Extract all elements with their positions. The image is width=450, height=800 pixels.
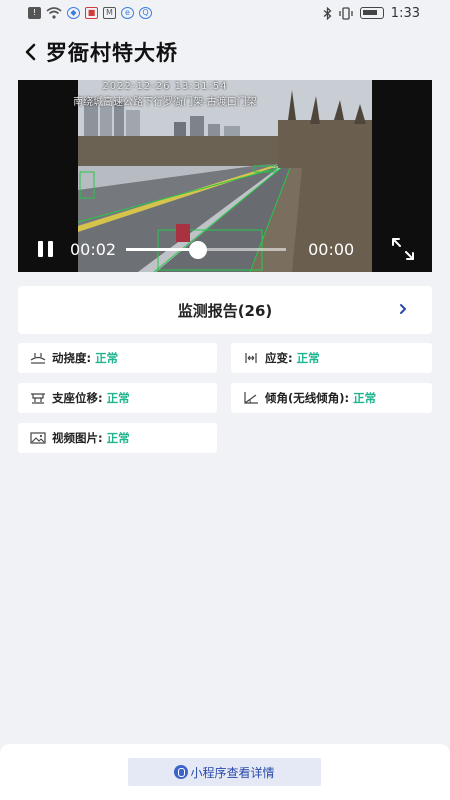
indicator-status: 正常	[95, 351, 119, 365]
page-title: 罗衙村特大桥	[46, 41, 178, 65]
qq-icon: Q	[139, 7, 152, 19]
video-player[interactable]: 2022-12-26 13:31:54 南绕城高速公路下行罗衙门架-古渡口门架 …	[18, 80, 432, 272]
indicator-status: 正常	[296, 351, 320, 365]
indicator-dynamic-deflection[interactable]: 动挠度: 正常	[18, 343, 217, 373]
back-icon[interactable]	[18, 40, 42, 64]
pause-icon[interactable]	[34, 238, 56, 260]
progress-fill	[126, 247, 199, 251]
indicator-label: 动挠度:	[52, 351, 92, 365]
indicator-label: 倾角(无线倾角):	[265, 391, 350, 405]
indicator-label: 视频图片:	[52, 431, 103, 445]
fullscreen-icon[interactable]	[390, 236, 416, 262]
video-controls: 00:02 00:00	[18, 226, 432, 272]
vpn-icon: M	[103, 7, 116, 19]
dynamic-deflection-icon	[30, 353, 46, 364]
tilt-icon	[244, 392, 258, 404]
status-right-icons: 1:33	[323, 6, 420, 21]
current-time: 00:02	[70, 239, 117, 259]
indicator-strain[interactable]: 应变: 正常	[231, 343, 432, 373]
status-time: 1:33	[390, 5, 420, 21]
indicator-status: 正常	[353, 391, 377, 405]
bearing-displacement-icon	[31, 393, 45, 404]
indicator-bearing-displacement[interactable]: 支座位移: 正常	[18, 383, 217, 413]
monitoring-report-label: 监测报告(26)	[177, 301, 273, 320]
shield-icon: ◆	[67, 7, 80, 19]
indicator-tilt[interactable]: 倾角(无线倾角): 正常	[231, 383, 432, 413]
status-left-icons: ! ◆ ■ M e Q	[28, 7, 152, 19]
chevron-right-icon	[400, 304, 406, 314]
vibrate-icon	[339, 6, 353, 20]
alert-icon: !	[28, 7, 41, 19]
video-progress-bar[interactable]	[126, 240, 287, 259]
indicator-label: 应变:	[265, 351, 293, 365]
mail-icon: ■	[85, 7, 98, 19]
total-time: 00:00	[308, 239, 355, 259]
browser-icon: e	[121, 7, 134, 19]
indicator-label: 支座位移:	[52, 391, 103, 405]
battery-icon	[359, 7, 384, 19]
video-timestamp: 2022-12-26 13:31:54	[102, 81, 228, 92]
indicator-status: 正常	[106, 391, 130, 405]
bluetooth-icon	[323, 6, 332, 20]
mini-program-label: 小程序查看详情	[190, 765, 275, 780]
indicator-status: 正常	[106, 431, 130, 445]
mini-program-icon	[174, 765, 189, 779]
video-location-label: 南绕城高速公路下行罗衙门架-古渡口门架	[73, 97, 257, 108]
strain-icon	[245, 353, 257, 363]
progress-handle[interactable]	[189, 240, 208, 259]
wifi-icon	[46, 7, 62, 19]
indicator-video-image[interactable]: 视频图片: 正常	[18, 423, 217, 453]
page-header: 罗衙村特大桥	[0, 30, 450, 74]
bottom-bar: 小程序查看详情	[0, 744, 450, 800]
monitoring-report-card[interactable]: 监测报告(26)	[18, 286, 432, 334]
video-image-icon	[30, 432, 46, 444]
status-bar: ! ◆ ■ M e Q 1:33	[0, 0, 450, 26]
mini-program-button[interactable]: 小程序查看详情	[128, 758, 321, 786]
